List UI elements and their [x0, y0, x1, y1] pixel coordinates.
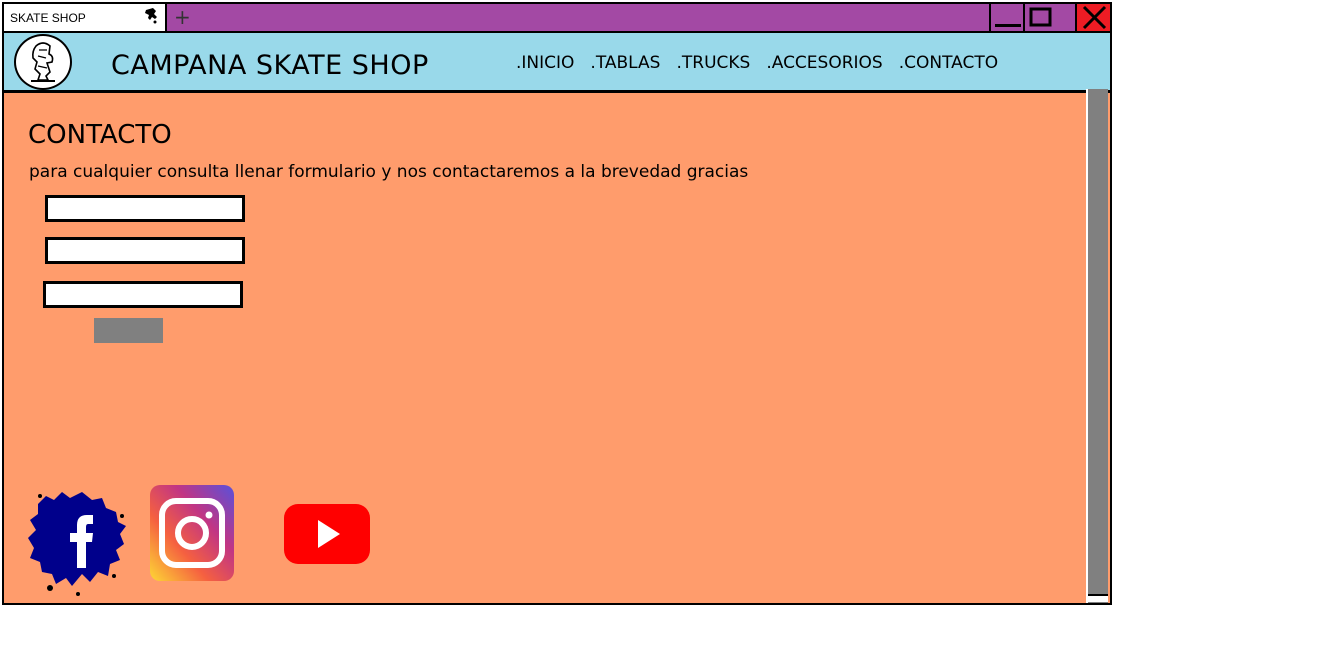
facebook-link[interactable]: [26, 486, 126, 598]
nav-item-inicio[interactable]: .INICIO: [516, 53, 574, 73]
youtube-icon: [284, 504, 370, 564]
nav-item-contacto[interactable]: .CONTACTO: [899, 53, 998, 73]
page-description: para cualquier consulta llenar formulari…: [29, 162, 749, 182]
browser-tab[interactable]: SKATE SHOP: [4, 4, 167, 31]
facebook-icon: [28, 492, 126, 596]
contact-field-3[interactable]: [43, 281, 243, 308]
instagram-link[interactable]: [150, 485, 234, 581]
close-button[interactable]: [1075, 4, 1110, 31]
title-bar: SKATE SHOP +: [4, 4, 1110, 33]
minimize-icon: [995, 24, 1021, 27]
new-tab-button[interactable]: +: [174, 6, 191, 28]
tab-title: SKATE SHOP: [10, 11, 86, 25]
nav-item-trucks[interactable]: .TRUCKS: [676, 53, 750, 73]
submit-button[interactable]: [94, 318, 163, 343]
nav-item-tablas[interactable]: .TABLAS: [590, 53, 660, 73]
contact-field-1[interactable]: [45, 195, 245, 222]
site-brand: CAMPANA SKATE SHOP: [111, 50, 429, 81]
maximize-button[interactable]: [1023, 4, 1057, 31]
maximize-icon: [1029, 7, 1052, 27]
contact-field-2[interactable]: [45, 237, 245, 264]
skater-favicon-icon: [143, 7, 159, 25]
site-header: CAMPANA SKATE SHOP .INICIO .TABLAS .TRUC…: [4, 33, 1110, 93]
nav-item-accesorios[interactable]: .ACCESORIOS: [766, 53, 882, 73]
browser-window: SKATE SHOP + CAMPANA SKATE SHOP .INICIO …: [2, 2, 1112, 605]
main-nav: .INICIO .TABLAS .TRUCKS .ACCESORIOS .CON…: [516, 53, 1014, 73]
youtube-link[interactable]: [284, 502, 372, 566]
scrollbar-end: [1088, 594, 1108, 602]
close-icon: [1082, 5, 1107, 30]
skater-logo-icon[interactable]: [14, 34, 72, 90]
vertical-scrollbar[interactable]: [1086, 89, 1108, 603]
title-bar-gap: [1057, 4, 1075, 31]
page-title: CONTACTO: [28, 120, 172, 150]
minimize-button[interactable]: [989, 4, 1023, 31]
instagram-icon: [150, 485, 234, 581]
